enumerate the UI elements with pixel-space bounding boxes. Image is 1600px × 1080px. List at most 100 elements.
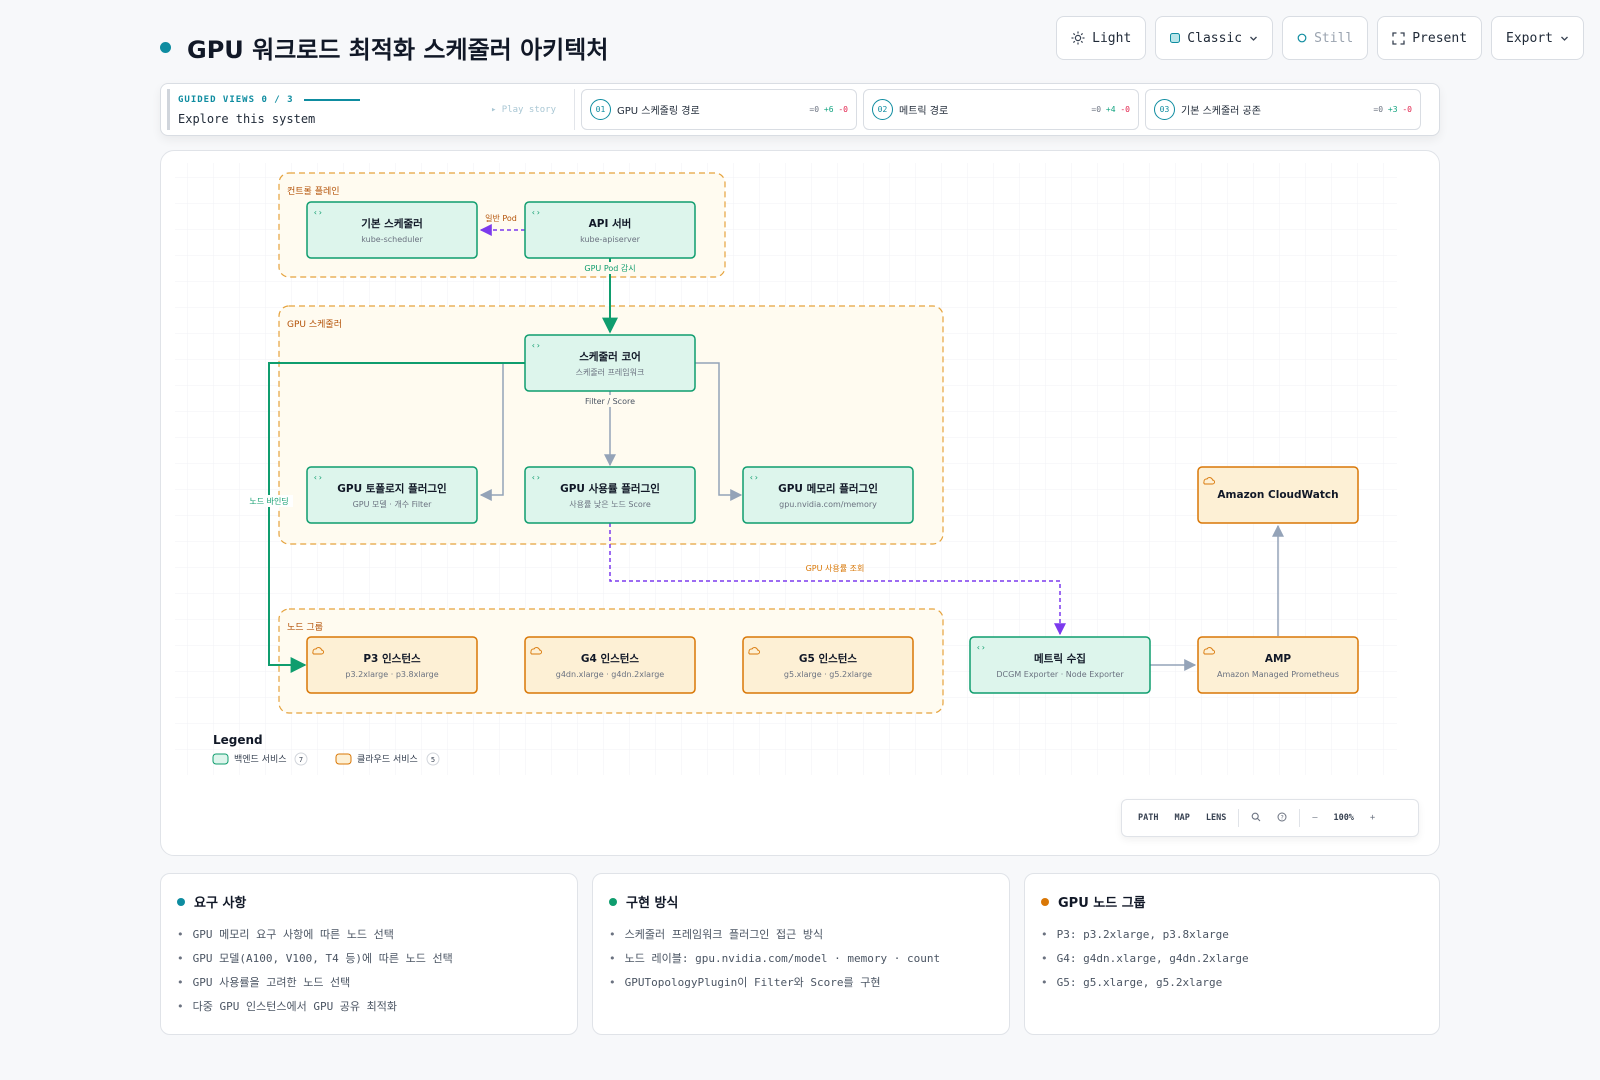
edge-label-gpu-usage-query: GPU 사용률 조회 [806,564,865,573]
node-usage-plugin[interactable]: ‹› GPU 사용률 플러그인 사용률 낮은 노드 Score [524,466,696,524]
list-item: 다중 GPU 인스턴스에서 GPU 공유 최적화 [177,995,561,1019]
card-title: 구현 방식 [626,896,679,911]
card-title: 요구 사항 [194,896,247,911]
story-step-1[interactable]: 01 GPU 스케줄링 경로 =0 +6 -0 [581,89,857,130]
guided-views-label: GUIDED VIEWS 0 / 3 [178,95,360,105]
divider [1299,809,1301,827]
toolbar: Light Classic Still Present Export [1056,16,1584,60]
node-title: Amazon CloudWatch [1217,489,1338,501]
node-title: GPU 토폴로지 플러그인 [337,482,446,495]
node-g4[interactable]: G4 인스턴스 g4dn.xlarge · g4dn.2xlarge [524,636,696,694]
node-subtitle: Amazon Managed Prometheus [1217,670,1339,679]
list-item: GPU 사용률을 고려한 노드 선택 [177,971,561,995]
legend-count-backend: 7 [299,756,303,764]
classic-style-dropdown[interactable]: Classic [1155,16,1274,60]
node-title: AMP [1265,653,1292,665]
legend-title: Legend [213,733,263,747]
play-story-button[interactable]: ▸ Play story [491,105,556,115]
zoom-level: 100% [1333,813,1354,823]
node-title: 메트릭 수집 [1034,652,1086,665]
node-subtitle: p3.2xlarge · p3.8xlarge [345,670,438,679]
page-header: GPU 워크로드 최적화 스케줄러 아키텍처 [160,30,608,65]
step-label: 기본 스케줄러 공존 [1181,106,1261,117]
card-dot-icon [609,897,617,906]
legend-label-backend: 백엔드 서비스 [234,754,287,765]
help-icon[interactable]: ? [1269,812,1295,825]
story-step-3[interactable]: 03 기본 스케줄러 공존 =0 +3 -0 [1145,89,1421,130]
zoom-out-button[interactable]: — [1304,813,1325,823]
lens-button[interactable]: LENS [1198,813,1234,823]
list-item: 노드 레이블: gpu.nvidia.com/model · memory · … [609,947,993,971]
edge-label-filter-score: Filter / Score [585,397,635,406]
node-subtitle: DCGM Exporter · Node Exporter [996,670,1124,679]
step-plus: +6 [823,105,834,114]
node-subtitle: g5.xlarge · g5.2xlarge [784,670,872,679]
node-default-scheduler[interactable]: ‹› 기본 스케줄러 kube-scheduler [306,201,478,259]
card-header: 요구 사항 [177,892,561,911]
node-title: P3 인스턴스 [363,652,421,665]
step-plus: +3 [1387,105,1398,114]
present-button[interactable]: Present [1377,16,1483,60]
list-item: G5: g5.xlarge, g5.2xlarge [1041,971,1423,995]
card-title: GPU 노드 그룹 [1058,896,1146,911]
node-title: API 서버 [589,217,632,230]
export-dropdown[interactable]: Export [1491,16,1584,60]
classic-label: Classic [1187,30,1243,46]
edge-label-node-binding: 노드 바인딩 [249,496,288,506]
still-toggle-button[interactable]: Still [1282,16,1369,60]
node-g5[interactable]: G5 인스턴스 g5.xlarge · g5.2xlarge [742,636,914,694]
swatch-icon [1170,33,1181,43]
export-label: Export [1506,30,1553,46]
chevron-down-icon [1561,36,1568,41]
node-p3[interactable]: P3 인스턴스 p3.2xlarge · p3.8xlarge [306,636,478,694]
step-stats: =0 +4 -0 [1091,105,1130,114]
diagram-canvas[interactable]: 컨트롤 플레인 GPU 스케줄러 노드 그룹 일반 Pod GPU Pod 감시… [160,150,1440,856]
legend-swatch-cloud [335,753,352,765]
code-icon: ‹› [531,208,541,217]
story-step-2[interactable]: 02 메트릭 경로 =0 +4 -0 [863,89,1139,130]
node-title: GPU 메모리 플러그인 [778,482,878,495]
node-amp[interactable]: AMP Amazon Managed Prometheus [1197,636,1359,694]
guided-views-bar: GUIDED VIEWS 0 / 3 Explore this system ▸… [160,83,1440,136]
node-metrics[interactable]: ‹› 메트릭 수집 DCGM Exporter · Node Exporter [969,636,1151,694]
node-title: G4 인스턴스 [581,652,640,665]
step-label: 메트릭 경로 [899,106,949,117]
step-eq: =0 [1091,105,1102,114]
still-label: Still [1314,30,1354,46]
card-requirements: 요구 사항 GPU 메모리 요구 사항에 따른 노드 선택 GPU 모델(A10… [160,873,578,1035]
code-icon: ‹› [531,473,541,482]
node-subtitle: g4dn.xlarge · g4dn.2xlarge [556,670,665,679]
svg-text:?: ? [1281,814,1285,821]
path-button[interactable]: PATH [1130,813,1166,823]
node-api-server[interactable]: ‹› API 서버 kube-apiserver [524,201,696,259]
list-item: GPUTopologyPlugin이 Filter와 Score를 구현 [609,971,993,995]
card-dot-icon [177,897,185,906]
canvas-controls: PATH MAP LENS ? — 100% + [1121,799,1419,837]
node-topology-plugin[interactable]: ‹› GPU 토폴로지 플러그인 GPU 모델 · 개수 Filter [306,466,478,524]
light-theme-button[interactable]: Light [1056,16,1147,60]
sun-icon [1071,31,1085,45]
node-scheduler-core[interactable]: ‹› 스케줄러 코어 스케줄러 프레임워크 [524,334,696,392]
node-subtitle: kube-apiserver [580,235,641,244]
search-icon[interactable] [1243,812,1269,825]
divider [1238,809,1240,827]
step-stats: =0 +3 -0 [1373,105,1412,114]
legend-label-cloud: 클라우드 서비스 [357,754,418,765]
zoom-in-button[interactable]: + [1362,813,1383,823]
node-subtitle: 사용률 낮은 노드 Score [569,499,651,509]
card-implementation: 구현 방식 스케줄러 프레임워크 플러그인 접근 방식 노드 레이블: gpu.… [592,873,1010,1035]
circle-icon [1297,33,1307,43]
node-memory-plugin[interactable]: ‹› GPU 메모리 플러그인 gpu.nvidia.com/memory [742,466,914,524]
step-number: 01 [590,99,611,120]
step-minus: -0 [1402,105,1412,114]
page-title: GPU 워크로드 최적화 스케줄러 아키텍처 [187,36,609,64]
map-button[interactable]: MAP [1166,813,1197,823]
node-cloudwatch[interactable]: Amazon CloudWatch [1197,466,1359,524]
card-list: GPU 메모리 요구 사항에 따른 노드 선택 GPU 모델(A100, V10… [177,923,561,1019]
code-icon: ‹› [531,341,541,350]
list-item: G4: g4dn.xlarge, g4dn.2xlarge [1041,947,1423,971]
node-title: 기본 스케줄러 [361,217,423,230]
card-dot-icon [1041,897,1049,906]
group-label-node-group: 노드 그룹 [287,622,323,633]
step-label: GPU 스케줄링 경로 [617,106,700,117]
